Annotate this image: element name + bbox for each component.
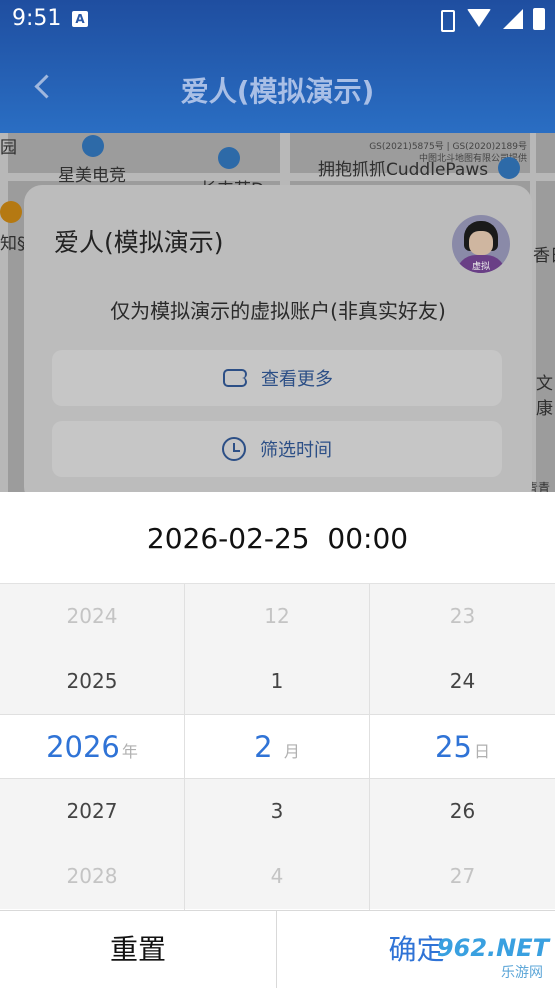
map-poi: 香日 — [533, 246, 555, 266]
day-option-selected[interactable]: 25 日 — [370, 714, 555, 779]
map-poi: 园 — [0, 138, 17, 158]
picker-wheels: 2024 2025 2026 年 2027 2028 12 1 2 月 3 4 2… — [0, 583, 555, 910]
map-poi: 文康 — [536, 374, 553, 419]
watermark-site-name: 乐游网 — [501, 965, 543, 981]
month-wheel[interactable]: 12 1 2 月 3 4 — [185, 584, 370, 910]
year-option[interactable]: 2027 — [0, 779, 184, 844]
year-option[interactable]: 2025 — [0, 649, 184, 714]
watermark-logo-text: 962.NET — [436, 934, 549, 962]
day-unit: 日 — [473, 742, 490, 761]
filter-time-label: 筛选时间 — [260, 440, 332, 461]
contact-description: 仅为模拟演示的虚拟账户(非真实好友) — [110, 299, 446, 323]
map-road — [0, 133, 8, 493]
wifi-icon — [467, 9, 491, 29]
month-selected-value: 2 — [254, 730, 273, 764]
route-icon — [221, 367, 247, 389]
battery-icon — [533, 8, 545, 30]
month-option-selected[interactable]: 2 月 — [185, 714, 369, 779]
notification-a-icon: A — [72, 11, 88, 27]
map-copyright-line1: GS(2021)5875号 | GS(2020)2189号 — [369, 142, 527, 152]
reset-button[interactable]: 重置 — [0, 911, 277, 988]
selected-datetime: 2026-02-25 00:00 — [146, 522, 409, 555]
clock-icon — [222, 437, 246, 461]
year-option[interactable]: 2024 — [0, 584, 184, 649]
map-poi: 知§ — [0, 234, 26, 254]
day-option[interactable]: 26 — [370, 779, 555, 844]
year-option-selected[interactable]: 2026 年 — [0, 714, 184, 779]
day-option[interactable]: 24 — [370, 649, 555, 714]
year-option[interactable]: 2028 — [0, 844, 184, 909]
map-pin-icon — [82, 135, 104, 157]
site-watermark: 962.NET 乐游网 — [399, 934, 549, 982]
year-unit: 年 — [121, 742, 138, 761]
avatar-tag: 虚拟 — [472, 262, 491, 272]
map-food-pin-icon — [0, 201, 22, 223]
status-time: 9:51 — [12, 6, 62, 31]
view-more-label: 查看更多 — [261, 369, 333, 390]
year-wheel[interactable]: 2024 2025 2026 年 2027 2028 — [0, 584, 185, 910]
month-option[interactable]: 3 — [185, 779, 369, 844]
month-option[interactable]: 4 — [185, 844, 369, 909]
date-picker-sheet: 2026-02-25 00:00 2024 2025 2026 年 2027 20… — [0, 492, 555, 988]
filter-time-button[interactable]: 筛选时间 — [52, 421, 502, 477]
day-option[interactable]: 27 — [370, 844, 555, 909]
avatar[interactable]: 虚拟 — [452, 215, 510, 273]
day-selected-value: 25 — [435, 730, 472, 764]
map-pin-icon — [218, 147, 240, 169]
map-poi: 星美电竞 — [58, 166, 126, 186]
cell-signal-icon — [501, 9, 523, 29]
view-more-button[interactable]: 查看更多 — [52, 350, 502, 406]
day-option[interactable]: 23 — [370, 584, 555, 649]
month-unit: 月 — [283, 742, 300, 761]
map-poi: 拥抱抓抓CuddlePaws — [318, 160, 489, 180]
avatar-face — [469, 231, 493, 255]
month-option[interactable]: 1 — [185, 649, 369, 714]
day-wheel[interactable]: 23 24 25 日 26 27 — [370, 584, 555, 910]
status-bar: 9:51 A — [0, 0, 555, 40]
app-header: 9:51 A 爱人(模拟演示) — [0, 0, 555, 133]
month-option[interactable]: 12 — [185, 584, 369, 649]
page-title: 爱人(模拟演示) — [180, 75, 375, 108]
contact-card: 爱人(模拟演示) 虚拟 仅为模拟演示的虚拟账户(非真实好友) 查看更多 筛选时间 — [24, 185, 532, 505]
vibrate-icon — [435, 8, 457, 32]
year-selected-value: 2026 — [46, 730, 120, 764]
map-pin-icon — [498, 157, 520, 179]
contact-name: 爱人(模拟演示) — [54, 228, 224, 257]
